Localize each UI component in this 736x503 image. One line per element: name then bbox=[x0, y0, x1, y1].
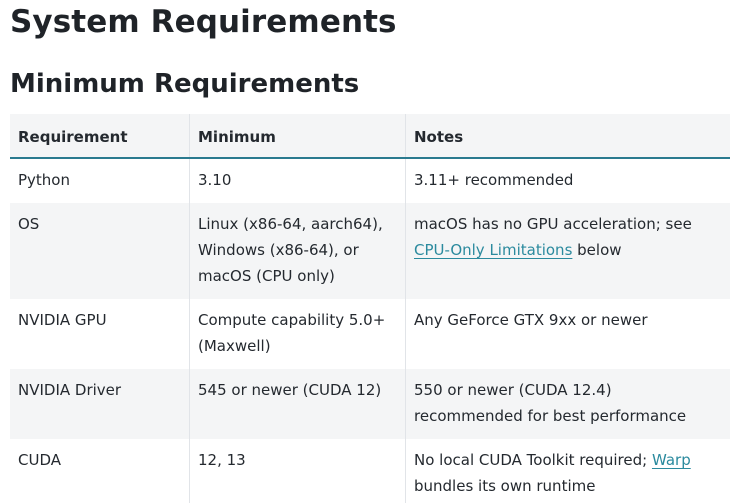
table-header: Requirement Minimum Notes bbox=[10, 114, 730, 159]
cell-notes: macOS has no GPU acceleration; see CPU-O… bbox=[405, 203, 730, 299]
page-title: System Requirements bbox=[10, 4, 397, 40]
cell-requirement: NVIDIA Driver bbox=[10, 369, 190, 439]
document-page: System Requirements Minimum Requirements… bbox=[0, 0, 736, 503]
header-requirement: Requirement bbox=[10, 114, 190, 159]
table-row: CUDA 12, 13 No local CUDA Toolkit requir… bbox=[10, 439, 730, 503]
cell-requirement: NVIDIA GPU bbox=[10, 299, 190, 369]
cell-minimum: Linux (x86-64, aarch64), Windows (x86-64… bbox=[189, 203, 406, 299]
header-notes: Notes bbox=[405, 114, 730, 159]
cell-notes: 550 or newer (CUDA 12.4) recommended for… bbox=[405, 369, 730, 439]
table-body: Python 3.10 3.11+ recommended OS Linux (… bbox=[10, 158, 730, 503]
cell-minimum: Compute capability 5.0+ (Maxwell) bbox=[189, 299, 406, 369]
cell-requirement: OS bbox=[10, 203, 190, 299]
requirements-table: Requirement Minimum Notes Python 3.10 3.… bbox=[10, 114, 730, 503]
table-row: NVIDIA GPU Compute capability 5.0+ (Maxw… bbox=[10, 299, 730, 369]
header-minimum: Minimum bbox=[189, 114, 406, 159]
notes-text: No local CUDA Toolkit required; bbox=[414, 451, 652, 469]
cell-minimum: 545 or newer (CUDA 12) bbox=[189, 369, 406, 439]
cell-notes: Any GeForce GTX 9xx or newer bbox=[414, 311, 648, 329]
cpu-only-limitations-link[interactable]: CPU-Only Limitations bbox=[414, 241, 572, 259]
warp-link[interactable]: Warp bbox=[652, 451, 691, 469]
cell-notes: No local CUDA Toolkit required; Warp bun… bbox=[406, 439, 731, 503]
table-row: OS Linux (x86-64, aarch64), Windows (x86… bbox=[10, 203, 730, 299]
table-row: NVIDIA Driver 545 or newer (CUDA 12) 550… bbox=[10, 369, 730, 439]
cell-requirement: Python bbox=[10, 158, 190, 203]
cell-minimum: 3.10 bbox=[189, 158, 406, 203]
notes-text: below bbox=[572, 241, 622, 259]
table-row: Python 3.10 3.11+ recommended bbox=[10, 158, 730, 203]
notes-text: bundles its own runtime bbox=[414, 477, 596, 495]
section-heading: Minimum Requirements bbox=[10, 69, 360, 99]
notes-text: macOS has no GPU acceleration; see bbox=[414, 215, 692, 233]
cell-requirement: CUDA bbox=[10, 439, 190, 503]
table-header-row: Requirement Minimum Notes bbox=[10, 114, 730, 159]
cell-minimum: 12, 13 bbox=[189, 439, 406, 503]
cell-notes: 3.11+ recommended bbox=[414, 171, 574, 189]
